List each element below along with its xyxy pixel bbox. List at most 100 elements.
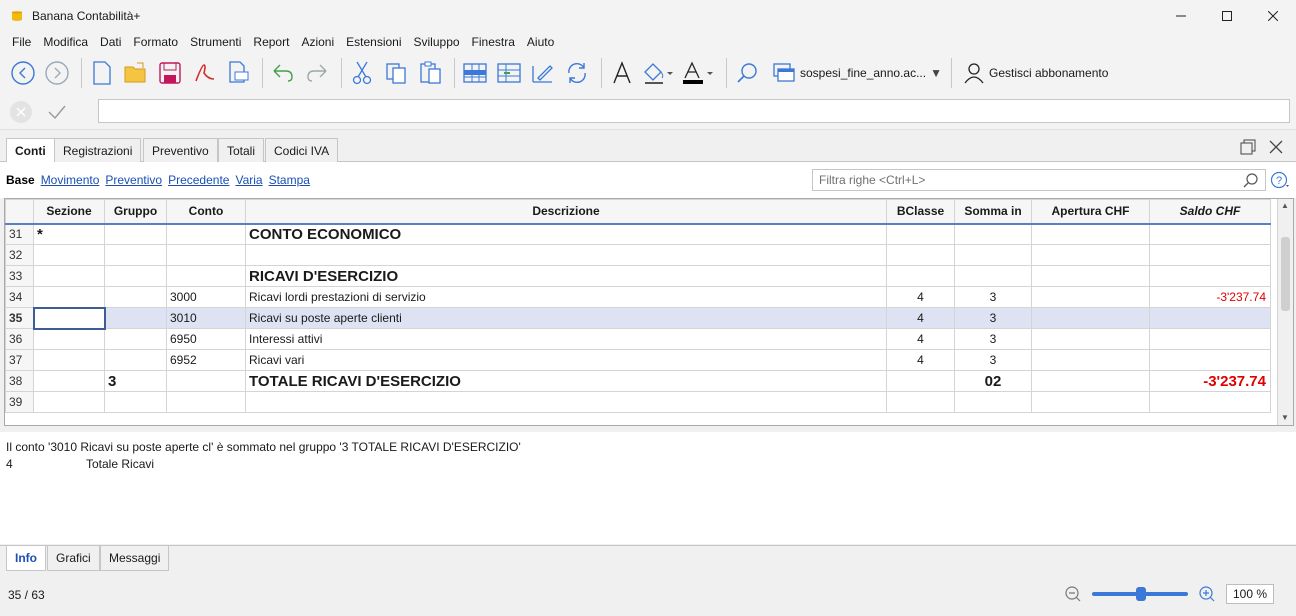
zoom-in-icon[interactable] (1198, 585, 1216, 603)
cell-bclasse[interactable] (886, 244, 955, 266)
cell-bclasse[interactable]: 4 (886, 307, 955, 329)
cell-gruppo[interactable] (104, 244, 167, 266)
undo-button[interactable] (268, 58, 298, 88)
text-color-button[interactable] (681, 58, 717, 88)
table-row[interactable]: 32 (5, 244, 1271, 266)
cell-descrizione[interactable]: Ricavi su poste aperte clienti (245, 307, 887, 329)
restore-panel-icon[interactable] (1240, 139, 1256, 155)
cell-conto[interactable] (166, 391, 246, 413)
close-panel-icon[interactable] (1268, 139, 1284, 155)
table-row[interactable]: 36 6950 Interessi attivi 4 3 (5, 328, 1271, 350)
menu-strumenti[interactable]: Strumenti (184, 35, 247, 49)
tab-info[interactable]: Info (6, 546, 46, 571)
cell-somma-in[interactable]: 02 (954, 370, 1032, 392)
cell-gruppo[interactable] (104, 307, 167, 329)
copy-button[interactable] (381, 58, 411, 88)
cell-somma-in[interactable] (954, 391, 1032, 413)
cell-sezione[interactable] (33, 244, 105, 266)
cell-descrizione[interactable]: CONTO ECONOMICO (245, 223, 887, 245)
menu-aiuto[interactable]: Aiuto (521, 35, 560, 49)
tab-conti[interactable]: Conti (6, 138, 55, 163)
zoom-slider[interactable] (1092, 587, 1188, 601)
cell-somma-in[interactable]: 3 (954, 307, 1032, 329)
paste-button[interactable] (415, 58, 445, 88)
minimize-button[interactable] (1158, 0, 1204, 32)
column-header-bclasse[interactable]: BClasse (886, 199, 955, 225)
cell-gruppo[interactable] (104, 349, 167, 371)
row-number[interactable]: 37 (5, 349, 34, 371)
cell-sezione[interactable] (33, 349, 105, 371)
recalculate-button[interactable] (562, 58, 592, 88)
back-button[interactable] (8, 58, 38, 88)
insert-row-button[interactable] (460, 58, 490, 88)
cell-saldo[interactable]: -3'237.74 (1149, 286, 1271, 308)
table-row[interactable]: 38 3 TOTALE RICAVI D'ESERCIZIO 02 -3'237.74 (5, 370, 1271, 392)
cell-apertura[interactable] (1031, 265, 1150, 287)
row-number[interactable]: 38 (5, 370, 34, 392)
row-number[interactable]: 35 (5, 307, 34, 329)
tab-registrazioni[interactable]: Registrazioni (54, 138, 142, 162)
cell-sezione[interactable] (33, 286, 105, 308)
column-header-descrizione[interactable]: Descrizione (245, 199, 887, 225)
cell-descrizione[interactable] (245, 391, 887, 413)
view-base[interactable]: Base (6, 173, 35, 187)
view-varia[interactable]: Varia (235, 173, 262, 187)
view-precedente[interactable]: Precedente (168, 173, 229, 187)
cell-apertura[interactable] (1031, 328, 1150, 350)
table-row[interactable]: 35 3010 Ricavi su poste aperte clienti 4 3 (5, 306, 1271, 330)
cancel-edit-button[interactable] (10, 100, 32, 123)
open-file-button[interactable] (121, 58, 151, 88)
menu-azioni[interactable]: Azioni (295, 35, 340, 49)
cell-conto[interactable]: 3010 (166, 307, 246, 329)
cell-sezione[interactable] (32, 306, 106, 330)
row-number[interactable]: 34 (5, 286, 34, 308)
menu-finestra[interactable]: Finestra (466, 35, 521, 49)
table-row[interactable]: 33 RICAVI D'ESERCIZIO (5, 265, 1271, 287)
column-header-conto[interactable]: Conto (166, 199, 246, 225)
tab-grafici[interactable]: Grafici (47, 546, 100, 571)
redo-button[interactable] (302, 58, 332, 88)
view-preventivo[interactable]: Preventivo (105, 173, 162, 187)
forward-button[interactable] (42, 58, 72, 88)
confirm-edit-button[interactable] (46, 101, 68, 123)
search-button[interactable] (732, 58, 762, 88)
manage-subscription-button[interactable]: Gestisci abbonamento (963, 62, 1108, 84)
cell-saldo[interactable] (1149, 349, 1271, 371)
tab-totali[interactable]: Totali (218, 138, 265, 162)
print-preview-button[interactable] (223, 58, 253, 88)
column-header-saldo[interactable]: Saldo CHF (1149, 199, 1271, 225)
row-number[interactable]: 39 (5, 391, 34, 413)
cell-somma-in[interactable]: 3 (954, 328, 1032, 350)
cell-bclasse[interactable]: 4 (886, 286, 955, 308)
column-header-sezione[interactable]: Sezione (33, 199, 105, 225)
cell-descrizione[interactable]: Interessi attivi (245, 328, 887, 350)
zoom-level[interactable]: 100 % (1226, 584, 1274, 604)
cell-gruppo[interactable] (104, 286, 167, 308)
zoom-out-icon[interactable] (1064, 585, 1082, 603)
table-row[interactable]: 31 * CONTO ECONOMICO (5, 223, 1271, 245)
help-icon[interactable]: ? (1270, 171, 1290, 189)
cell-saldo[interactable] (1149, 307, 1271, 329)
cell-saldo[interactable] (1149, 244, 1271, 266)
cell-bclasse[interactable] (886, 391, 955, 413)
menu-sviluppo[interactable]: Sviluppo (408, 35, 466, 49)
cell-somma-in[interactable] (954, 223, 1032, 245)
move-row-button[interactable] (494, 58, 524, 88)
cell-saldo[interactable]: -3'237.74 (1149, 370, 1271, 392)
cell-conto[interactable] (166, 244, 246, 266)
cell-descrizione[interactable]: Ricavi lordi prestazioni di servizio (245, 286, 887, 308)
cell-conto[interactable]: 3000 (166, 286, 246, 308)
close-window-button[interactable] (1250, 0, 1296, 32)
view-movimento[interactable]: Movimento (41, 173, 100, 187)
view-stampa[interactable]: Stampa (269, 173, 310, 187)
cell-somma-in[interactable]: 3 (954, 349, 1032, 371)
cell-sezione[interactable] (33, 265, 105, 287)
cell-apertura[interactable] (1031, 391, 1150, 413)
cell-gruppo[interactable] (104, 265, 167, 287)
cell-conto[interactable]: 6952 (166, 349, 246, 371)
cell-descrizione[interactable]: RICAVI D'ESERCIZIO (245, 265, 887, 287)
cell-sezione[interactable] (33, 391, 105, 413)
tab-preventivo[interactable]: Preventivo (143, 138, 218, 162)
table-row[interactable]: 37 6952 Ricavi vari 4 3 (5, 349, 1271, 371)
search-icon[interactable] (1243, 172, 1259, 188)
